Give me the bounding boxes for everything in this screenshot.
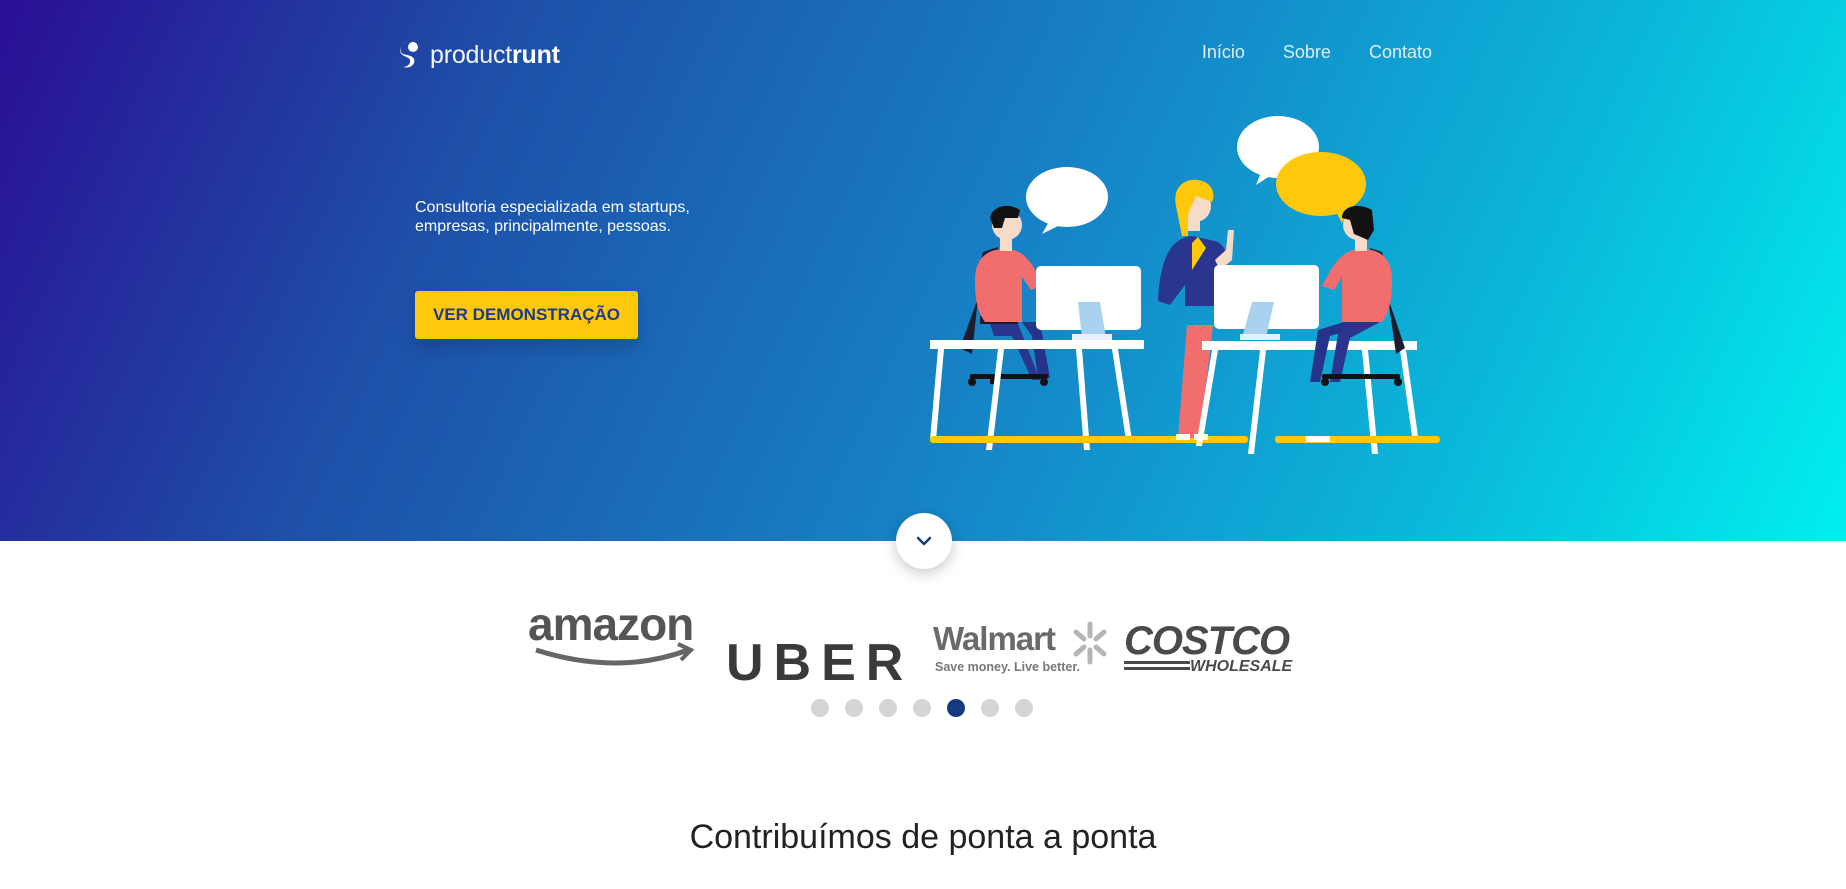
logo-text-bold: runt bbox=[512, 40, 560, 69]
logo[interactable]: productrunt bbox=[398, 40, 560, 70]
carousel-dot[interactable] bbox=[811, 699, 829, 717]
logo-text-light: product bbox=[430, 40, 512, 69]
svg-text:Save money. Live better.: Save money. Live better. bbox=[935, 660, 1080, 674]
hero-tagline: Consultoria especializada em startups, e… bbox=[415, 199, 690, 235]
amazon-logo: amazon bbox=[528, 598, 695, 666]
walmart-logo: Walmart Save money. Live better. bbox=[933, 620, 1107, 674]
team-illustration bbox=[930, 116, 1440, 454]
nav-link-contato[interactable]: Contato bbox=[1369, 42, 1432, 63]
client-logos-carousel: amazon UBER Walmart Save money. Live bet… bbox=[528, 598, 1318, 692]
svg-text:COSTCO: COSTCO bbox=[1124, 619, 1290, 663]
section-title: Contribuímos de ponta a ponta bbox=[689, 818, 1157, 856]
walmart-spark-icon bbox=[1073, 621, 1107, 665]
client-logos: amazon UBER Walmart Save money. Live bet… bbox=[528, 598, 1294, 692]
chevron-down-icon bbox=[916, 536, 932, 546]
carousel-dot-active[interactable] bbox=[947, 699, 965, 717]
hero-section: productrunt Início Sobre Contato Consult… bbox=[0, 0, 1846, 541]
svg-text:Walmart: Walmart bbox=[933, 620, 1056, 657]
demo-button[interactable]: VER DEMONSTRAÇÃO bbox=[415, 291, 638, 339]
svg-text:WHOLESALE: WHOLESALE bbox=[1190, 658, 1294, 675]
costco-logo: COSTCO WHOLESALE bbox=[1124, 619, 1294, 675]
carousel-dot[interactable] bbox=[845, 699, 863, 717]
carousel-dot[interactable] bbox=[981, 699, 999, 717]
carousel-dot[interactable] bbox=[879, 699, 897, 717]
carousel-dots bbox=[811, 699, 1033, 717]
nav-link-sobre[interactable]: Sobre bbox=[1283, 42, 1331, 63]
svg-text:amazon: amazon bbox=[528, 598, 693, 650]
uber-logo: UBER bbox=[726, 634, 913, 692]
main-nav: Início Sobre Contato bbox=[1202, 42, 1432, 63]
svg-text:UBER: UBER bbox=[726, 634, 913, 688]
carousel-dot[interactable] bbox=[1015, 699, 1033, 717]
logo-mark-icon bbox=[400, 42, 418, 68]
scroll-down-button[interactable] bbox=[896, 513, 952, 569]
nav-link-inicio[interactable]: Início bbox=[1202, 42, 1245, 63]
right-person-figure bbox=[1306, 205, 1405, 442]
logo-text: productrunt bbox=[430, 41, 560, 70]
carousel-dot[interactable] bbox=[913, 699, 931, 717]
